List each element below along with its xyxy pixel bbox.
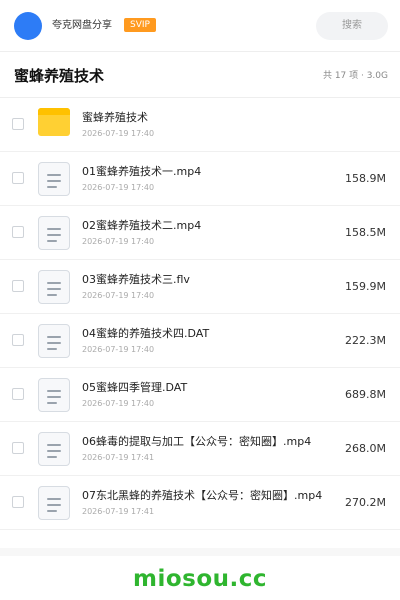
folder-icon <box>38 108 70 136</box>
file-size: 689.8M <box>345 388 386 401</box>
file-date: 2026-07-19 17:40 <box>82 183 155 192</box>
folder-summary: 共 17 项 · 3.0G <box>322 71 388 81</box>
select-checkbox[interactable] <box>12 226 24 238</box>
file-size: 270.2M <box>345 496 386 509</box>
file-name: 04蜜蜂的养殖技术四.DAT <box>82 327 210 340</box>
avatar[interactable] <box>14 12 42 40</box>
select-checkbox[interactable] <box>12 118 24 130</box>
page-title: 蜜蜂养殖技术 <box>14 67 105 85</box>
file-icon <box>38 324 70 358</box>
select-checkbox[interactable] <box>12 334 24 346</box>
file-size: 158.9M <box>345 172 386 185</box>
list-item[interactable]: 02蜜蜂养殖技术二.mp4 2026-07-19 17:40 158.5M <box>0 206 400 260</box>
list-item[interactable]: 05蜜蜂四季管理.DAT 2026-07-19 17:40 689.8M <box>0 368 400 422</box>
file-name: 蜜蜂养殖技术 <box>82 111 148 124</box>
folder-header: 蜜蜂养殖技术 共 17 项 · 3.0G <box>0 52 400 98</box>
file-name: 06蜂毒的提取与加工【公众号：密知圈】.mp4 <box>82 435 312 448</box>
file-date: 2026-07-19 17:40 <box>82 399 155 408</box>
file-icon <box>38 270 70 304</box>
file-list: 蜜蜂养殖技术 2026-07-19 17:40 01蜜蜂养殖技术一.mp4 20… <box>0 98 400 530</box>
select-checkbox[interactable] <box>12 280 24 292</box>
svip-badge: SVIP <box>124 18 156 32</box>
file-icon <box>38 162 70 196</box>
user-name: 夸克网盘分享 <box>52 20 112 31</box>
file-name: 03蜜蜂养殖技术三.flv <box>82 273 190 286</box>
file-name: 01蜜蜂养殖技术一.mp4 <box>82 165 202 178</box>
file-date: 2026-07-19 17:40 <box>82 345 155 354</box>
list-item[interactable]: 蜜蜂养殖技术 2026-07-19 17:40 <box>0 98 400 152</box>
file-size: 159.9M <box>345 280 386 293</box>
file-icon <box>38 432 70 466</box>
file-size: 222.3M <box>345 334 386 347</box>
search-input[interactable]: 搜索 <box>316 12 388 40</box>
list-item[interactable]: 01蜜蜂养殖技术一.mp4 2026-07-19 17:40 158.9M <box>0 152 400 206</box>
file-size: 268.0M <box>345 442 386 455</box>
select-checkbox[interactable] <box>12 442 24 454</box>
list-item[interactable]: 04蜜蜂的养殖技术四.DAT 2026-07-19 17:40 222.3M <box>0 314 400 368</box>
file-icon <box>38 378 70 412</box>
select-checkbox[interactable] <box>12 496 24 508</box>
select-checkbox[interactable] <box>12 172 24 184</box>
file-size: 158.5M <box>345 226 386 239</box>
select-checkbox[interactable] <box>12 388 24 400</box>
file-date: 2026-07-19 17:40 <box>82 237 155 246</box>
file-icon <box>38 216 70 250</box>
list-item[interactable]: 03蜜蜂养殖技术三.flv 2026-07-19 17:40 159.9M <box>0 260 400 314</box>
file-date: 2026-07-19 17:40 <box>82 291 155 300</box>
file-name: 05蜜蜂四季管理.DAT <box>82 381 188 394</box>
list-item[interactable]: 06蜂毒的提取与加工【公众号：密知圈】.mp4 2026-07-19 17:41… <box>0 422 400 476</box>
app-header: 夸克网盘分享 SVIP 搜索 <box>0 0 400 52</box>
file-date: 2026-07-19 17:41 <box>82 507 155 516</box>
file-date: 2026-07-19 17:40 <box>82 129 155 138</box>
file-name: 02蜜蜂养殖技术二.mp4 <box>82 219 202 232</box>
file-name: 07东北黑蜂的养殖技术【公众号：密知圈】.mp4 <box>82 489 323 502</box>
file-icon <box>38 486 70 520</box>
list-item[interactable]: 07东北黑蜂的养殖技术【公众号：密知圈】.mp4 2026-07-19 17:4… <box>0 476 400 530</box>
watermark: miosou.cc <box>132 566 268 592</box>
footer-divider <box>0 548 400 556</box>
file-date: 2026-07-19 17:41 <box>82 453 155 462</box>
